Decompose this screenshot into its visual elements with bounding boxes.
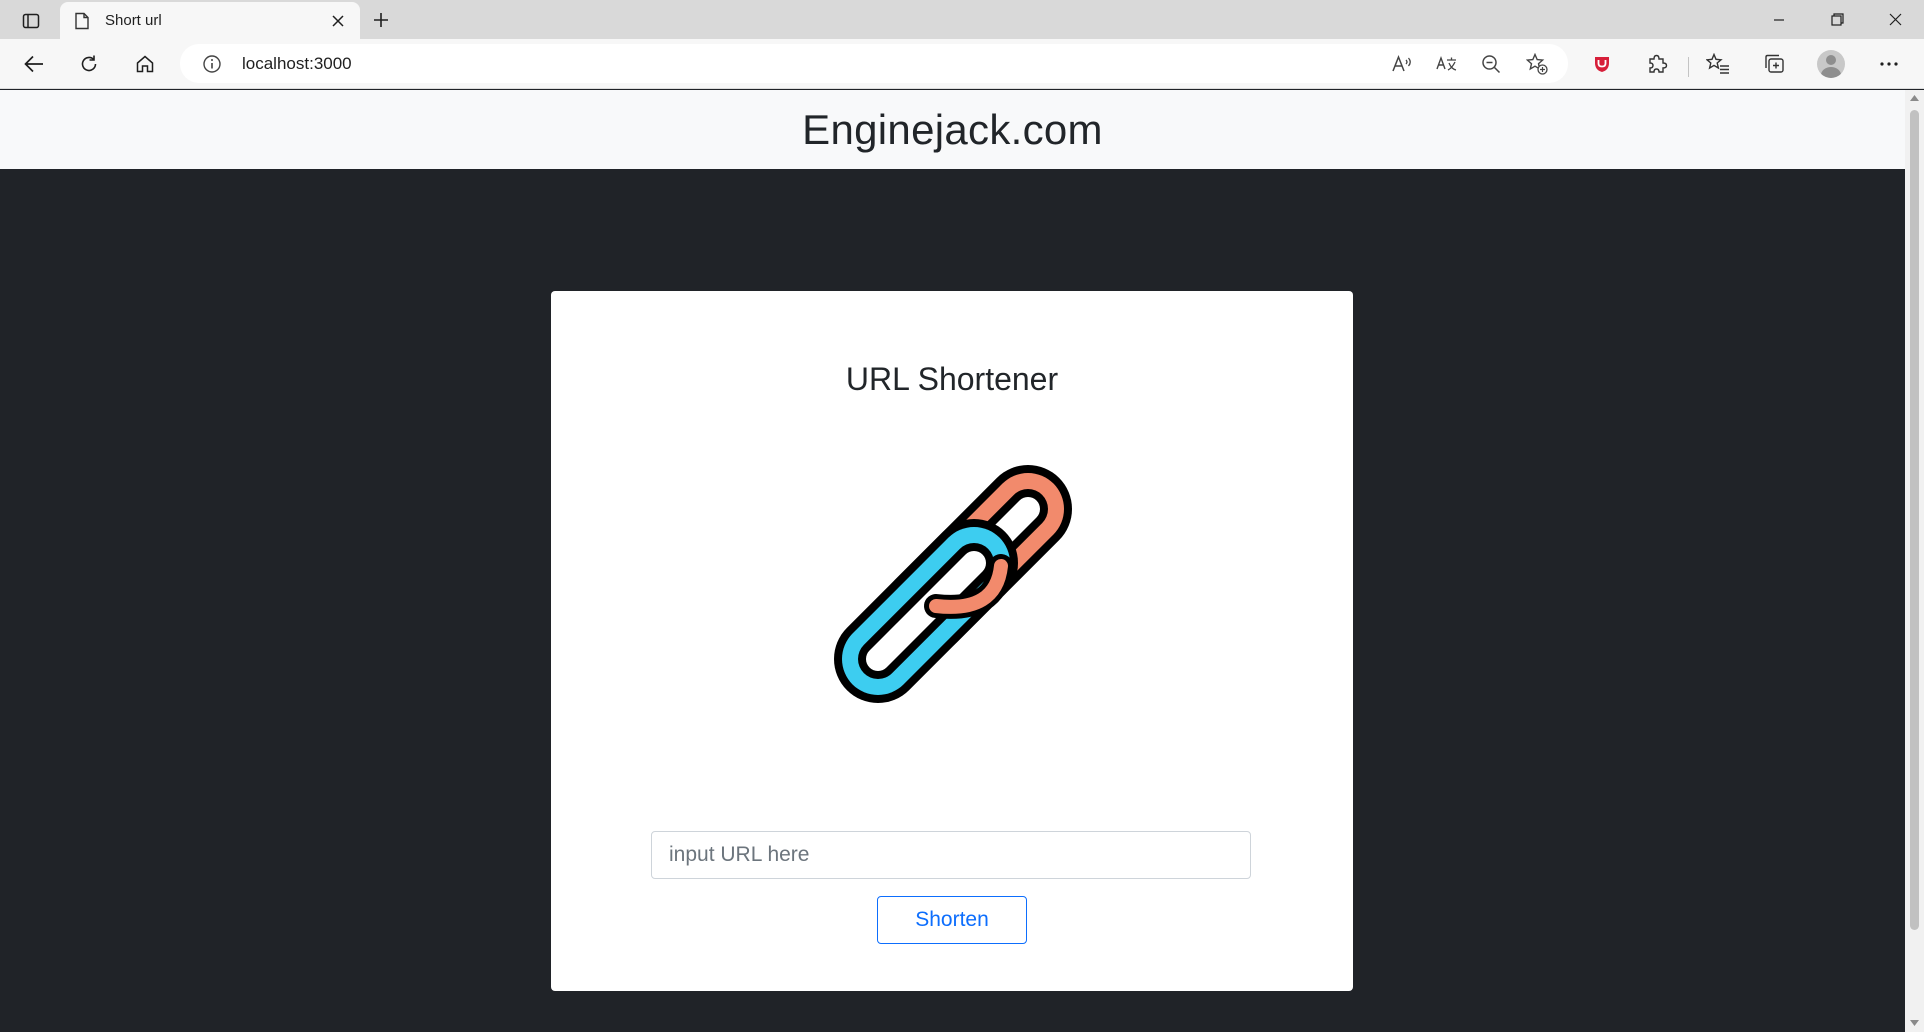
zoom-out-button[interactable] bbox=[1479, 52, 1503, 76]
new-tab-button[interactable] bbox=[366, 7, 396, 33]
shield-extension-icon bbox=[1595, 57, 1609, 72]
plus-icon bbox=[374, 13, 388, 27]
chain-link-icon bbox=[834, 465, 1072, 703]
card-heading: URL Shortener bbox=[845, 361, 1059, 397]
page-viewport: Enginejack.com URL Shortener Shorten bbox=[0, 90, 1905, 1032]
more-icon bbox=[1880, 62, 1898, 66]
close-icon bbox=[332, 15, 344, 27]
window-close-button[interactable] bbox=[1866, 0, 1924, 39]
page-scrollbar[interactable] bbox=[1905, 90, 1924, 1032]
shortener-card: URL Shortener Shorten bbox=[551, 291, 1353, 991]
collections-button[interactable] bbox=[1756, 47, 1792, 81]
read-aloud-icon bbox=[1392, 54, 1411, 72]
scroll-up-arrow[interactable] bbox=[1909, 93, 1920, 103]
arrow-up-icon bbox=[1910, 95, 1919, 101]
restore-icon bbox=[1830, 13, 1844, 26]
profile-avatar-icon bbox=[1817, 50, 1845, 78]
read-aloud-button[interactable] bbox=[1390, 52, 1414, 76]
tab-title: Short url bbox=[105, 12, 162, 29]
zoom-out-icon bbox=[1482, 55, 1501, 74]
favorites-icon bbox=[1706, 53, 1729, 74]
scrollbar-thumb[interactable] bbox=[1910, 110, 1919, 930]
window-close-icon bbox=[1889, 13, 1901, 26]
toolbar-separator bbox=[1688, 57, 1689, 77]
refresh-icon bbox=[81, 55, 97, 72]
site-header: Enginejack.com bbox=[0, 90, 1905, 169]
back-button[interactable] bbox=[16, 47, 52, 81]
shield-extension-button[interactable] bbox=[1584, 47, 1620, 81]
home-icon bbox=[136, 55, 154, 73]
address-bar[interactable]: localhost:3000 bbox=[180, 44, 1568, 83]
browser-toolbar: localhost:3000 bbox=[0, 39, 1924, 89]
tab-strip: Short url bbox=[0, 0, 1924, 40]
page-icon bbox=[75, 12, 89, 30]
translate-icon bbox=[1436, 55, 1457, 71]
back-icon bbox=[24, 55, 43, 73]
address-url: localhost:3000 bbox=[242, 54, 352, 73]
more-button[interactable] bbox=[1871, 47, 1907, 81]
site-title: Enginejack.com bbox=[802, 105, 1103, 153]
arrow-down-icon bbox=[1910, 1020, 1919, 1026]
extensions-button[interactable] bbox=[1639, 47, 1675, 81]
add-favorite-icon bbox=[1526, 53, 1548, 75]
restore-button[interactable] bbox=[1808, 0, 1866, 39]
refresh-button[interactable] bbox=[71, 47, 107, 81]
favorites-button[interactable] bbox=[1700, 47, 1736, 81]
home-button[interactable] bbox=[127, 47, 163, 81]
minimize-icon bbox=[1774, 18, 1784, 21]
minimize-button[interactable] bbox=[1750, 0, 1808, 39]
tab-actions-button[interactable] bbox=[14, 8, 48, 34]
tab-actions-icon bbox=[22, 13, 40, 29]
translate-button[interactable] bbox=[1435, 52, 1459, 76]
extensions-icon bbox=[1649, 54, 1668, 73]
url-input[interactable] bbox=[651, 831, 1251, 879]
shorten-button[interactable]: Shorten bbox=[877, 896, 1027, 944]
add-favorite-button[interactable] bbox=[1525, 52, 1549, 76]
active-tab[interactable]: Short url bbox=[60, 2, 360, 40]
info-icon bbox=[203, 55, 221, 73]
profile-button[interactable] bbox=[1813, 47, 1849, 81]
tab-close-button[interactable] bbox=[326, 9, 350, 33]
collections-icon bbox=[1765, 54, 1784, 73]
scroll-down-arrow[interactable] bbox=[1909, 1018, 1920, 1028]
